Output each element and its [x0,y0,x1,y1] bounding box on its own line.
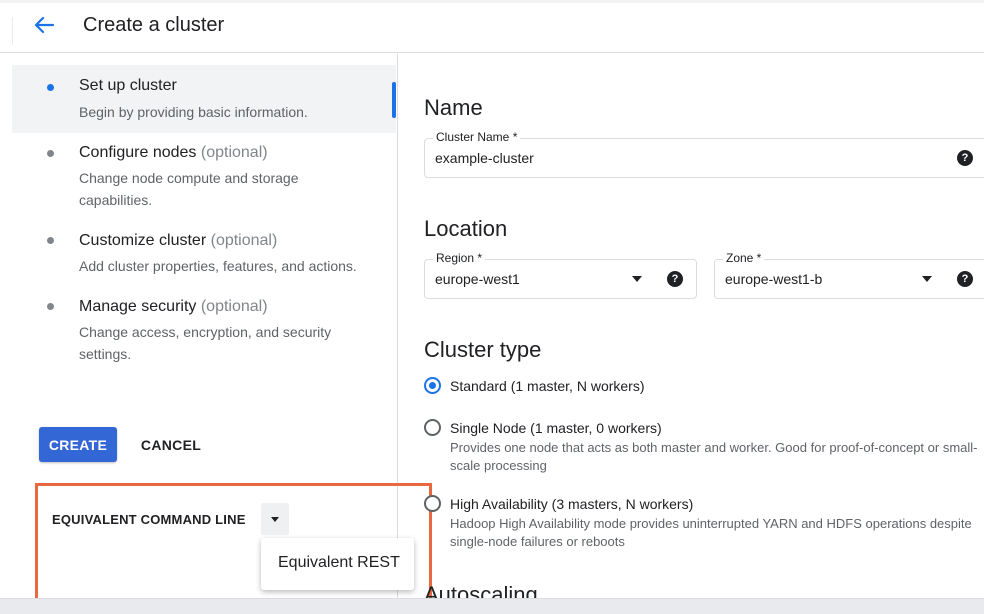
step-description: Add cluster properties, features, and ac… [79,258,357,274]
equivalent-dropdown-menu: Equivalent REST [261,538,414,590]
step-title: Manage security (optional) [79,298,268,315]
help-icon[interactable]: ? [957,150,973,166]
step-title: Set up cluster [79,77,177,94]
cluster-name-field[interactable]: Cluster Name * example-cluster ? [424,130,984,178]
field-label: Region * [433,251,486,265]
region-value: europe-west1 [435,271,520,287]
optional-tag: (optional) [200,144,268,161]
step-configure-nodes[interactable]: Configure nodes (optional) Change node c… [12,140,396,210]
equivalent-command-line-button[interactable]: EQUIVALENT COMMAND LINE [52,512,246,527]
header-divider [12,17,13,45]
dropdown-arrow-icon [922,276,932,282]
zone-select[interactable]: Zone * europe-west1-b ? [714,251,984,299]
radio-description: Provides one node that acts as both mast… [450,440,978,473]
menu-item-equivalent-rest[interactable]: Equivalent REST [278,554,400,572]
step-title: Configure nodes (optional) [79,144,268,161]
arrow-back-icon [34,16,55,34]
step-dot [47,303,54,310]
page-title: Create a cluster [83,14,225,36]
radio-single-node[interactable] [424,419,441,436]
back-button[interactable] [30,11,58,39]
main-form: Name Cluster Name * example-cluster ? Lo… [399,54,984,614]
optional-tag: (optional) [200,298,268,315]
step-set-up-cluster[interactable]: Set up cluster Begin by providing basic … [12,65,396,133]
step-title: Customize cluster (optional) [79,232,278,249]
optional-tag: (optional) [210,232,278,249]
region-select[interactable]: Region * europe-west1 ? [424,251,697,299]
section-heading-cluster-type: Cluster type [424,337,542,362]
step-description: Change access, encryption, and security … [79,324,332,362]
bottom-scrollbar[interactable] [0,598,984,614]
radio-label: High Availability (3 masters, N workers) [450,496,694,512]
step-dot [47,237,54,244]
step-dot [47,150,54,157]
equivalent-dropdown-button[interactable] [261,503,289,535]
step-customize-cluster[interactable]: Customize cluster (optional) Add cluster… [12,229,396,279]
create-button[interactable]: CREATE [39,427,117,462]
step-description: Change node compute and storage capabili… [79,170,299,208]
field-label: Cluster Name * [433,130,521,144]
help-icon[interactable]: ? [957,271,973,287]
caret-down-icon [271,517,279,522]
cluster-name-input[interactable]: example-cluster [435,150,534,166]
active-step-indicator [392,82,396,118]
section-heading-location: Location [424,216,508,241]
radio-high-availability[interactable] [424,495,441,512]
radio-standard[interactable] [424,377,441,394]
radio-description: Hadoop High Availability mode provides u… [450,516,972,549]
zone-value: europe-west1-b [725,271,823,287]
radio-label: Standard (1 master, N workers) [450,378,645,394]
radio-label: Single Node (1 master, 0 workers) [450,420,662,436]
step-dot [47,84,54,91]
cancel-button[interactable]: CANCEL [134,427,208,462]
step-description: Begin by providing basic information. [79,104,308,120]
step-manage-security[interactable]: Manage security (optional) Change access… [12,295,396,367]
section-heading-name: Name [424,95,483,120]
page-header: Create a cluster [0,3,984,53]
field-label: Zone * [723,251,765,265]
dropdown-arrow-icon [632,276,642,282]
help-icon[interactable]: ? [667,271,683,287]
